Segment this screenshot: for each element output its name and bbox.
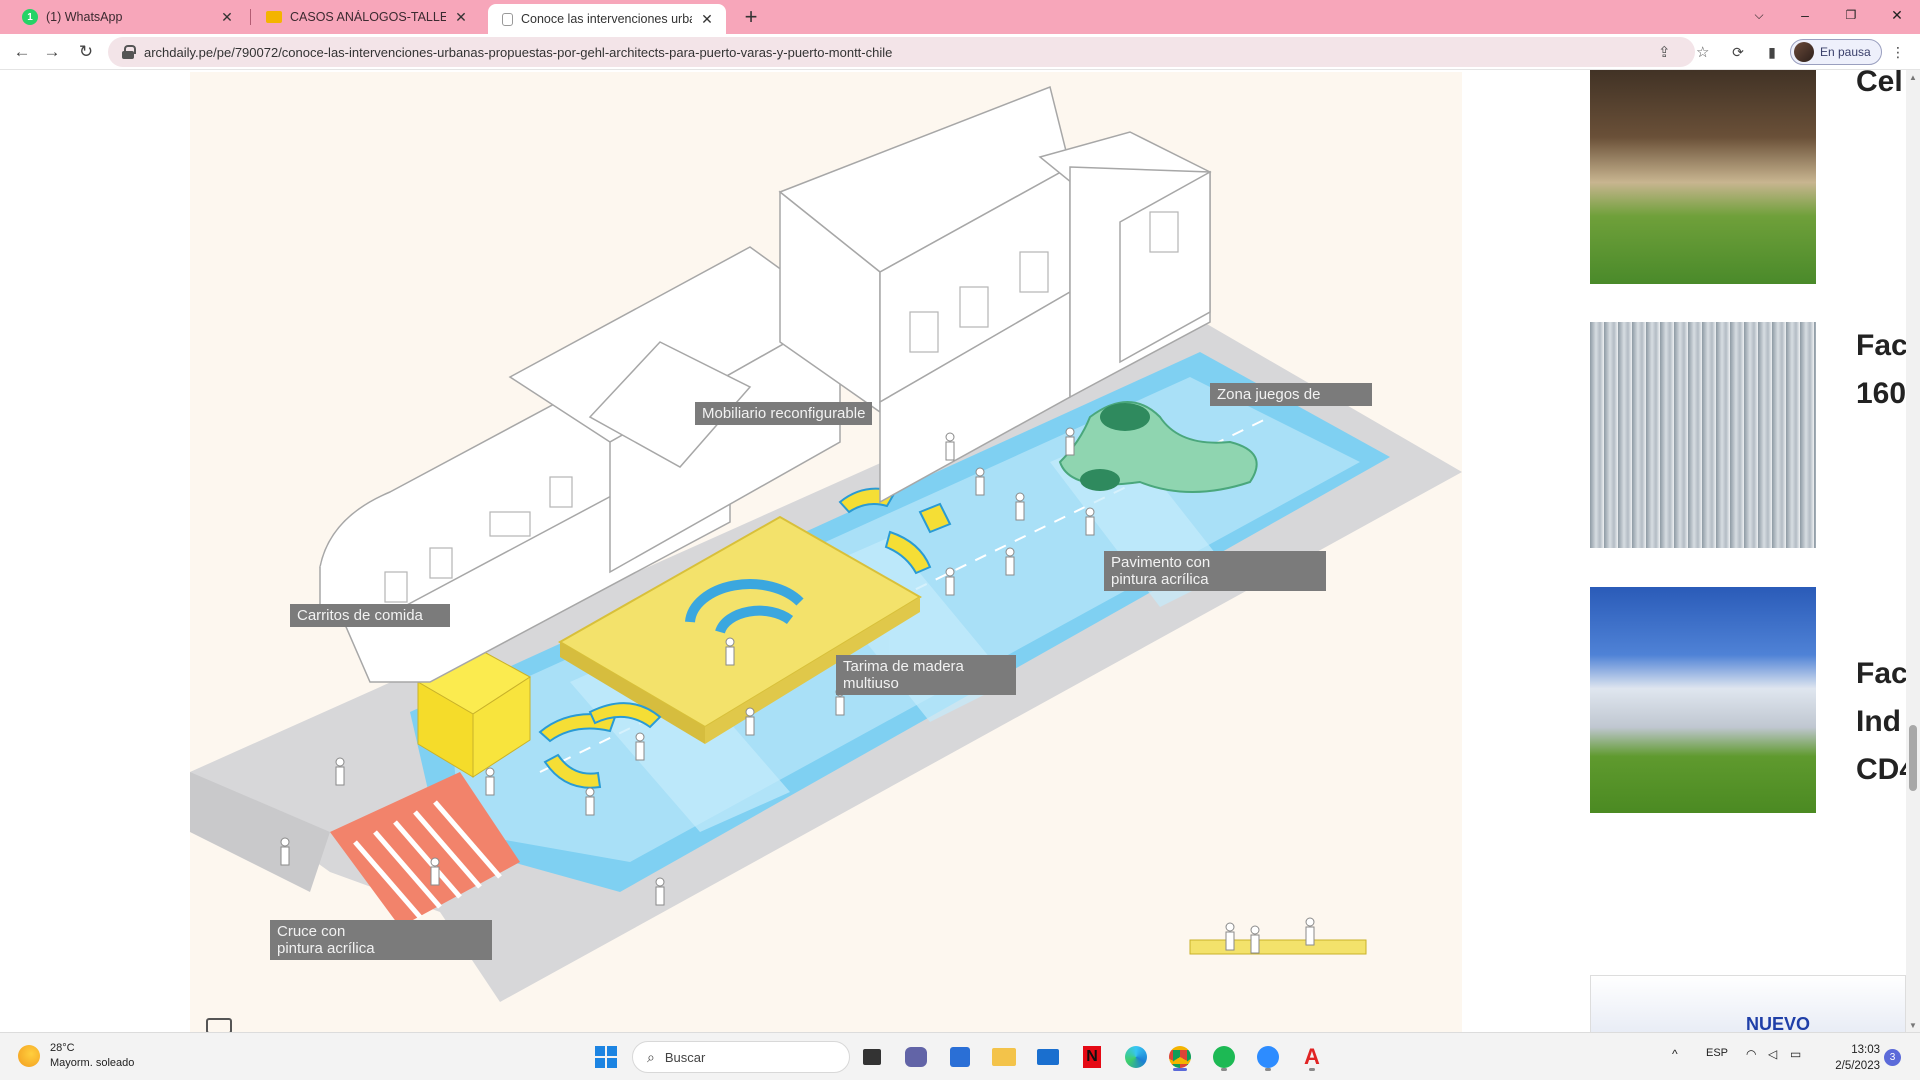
sidebar-thumb-1[interactable] xyxy=(1590,70,1816,284)
close-icon[interactable]: ✕ xyxy=(218,8,236,26)
sidebar-title-1[interactable]: Cel xyxy=(1856,70,1906,106)
whatsapp-icon: 1 xyxy=(22,9,38,25)
store-icon[interactable] xyxy=(944,1041,976,1073)
start-windows-icon[interactable] xyxy=(590,1041,622,1073)
clock-date: 2/5/2023 xyxy=(1835,1060,1880,1072)
tray-chevron-icon[interactable]: ^ xyxy=(1672,1047,1678,1061)
nuevo-badge: NUEVO xyxy=(1746,1014,1811,1032)
windows-taskbar: 28°C Mayorm. soleado ⌕ Buscar N A ^ ESP … xyxy=(0,1032,1920,1080)
scroll-down-icon[interactable]: ▼ xyxy=(1906,1018,1920,1032)
sun-icon xyxy=(18,1045,40,1067)
tab-whatsapp[interactable]: 1 (1) WhatsApp ✕ xyxy=(8,0,246,34)
address-bar[interactable]: archdaily.pe/pe/790072/conoce-las-interv… xyxy=(108,37,1709,67)
minimize-icon[interactable]: – xyxy=(1782,0,1828,30)
language-indicator[interactable]: ESP xyxy=(1706,1047,1728,1059)
label-pavimento: Pavimento con pintura acrílica xyxy=(1104,551,1326,591)
sidebar-title-3[interactable]: Fac Ind CD4 xyxy=(1856,650,1906,794)
weather-desc: Mayorm. soleado xyxy=(50,1057,135,1069)
forward-icon[interactable]: → xyxy=(38,38,66,66)
profile-label: En pausa xyxy=(1820,45,1871,59)
scroll-up-icon[interactable]: ▲ xyxy=(1906,70,1920,84)
edge-icon[interactable] xyxy=(1120,1041,1152,1073)
new-tab-button[interactable]: + xyxy=(737,3,765,31)
task-view-icon[interactable] xyxy=(856,1041,888,1073)
volume-icon[interactable]: ◁ xyxy=(1768,1047,1777,1061)
slides-icon xyxy=(266,11,282,23)
restore-icon[interactable]: ❐ xyxy=(1828,0,1874,30)
sidebar-thumb-4[interactable]: NUEVO xyxy=(1590,975,1906,1032)
label-zona-juegos: Zona juegos de xyxy=(1210,383,1372,406)
lock-icon xyxy=(122,45,136,59)
window-close-icon[interactable]: ✕ xyxy=(1874,0,1920,30)
tab-title: Conoce las intervenciones urban xyxy=(521,12,692,26)
tab-search-icon[interactable]: ⌵ xyxy=(1736,0,1782,30)
bookmark-star-icon[interactable]: ☆ xyxy=(1696,43,1709,61)
label-mobiliario-reconfigurable: Mobiliario reconfigurable xyxy=(695,402,873,425)
weather-temp: 28°C xyxy=(50,1042,75,1054)
browser-toolbar: ← → ↻ archdaily.pe/pe/790072/conoce-las-… xyxy=(0,34,1920,70)
netflix-icon[interactable]: N xyxy=(1076,1041,1108,1073)
share-icon[interactable]: ⇪ xyxy=(1658,43,1671,61)
avatar xyxy=(1794,42,1814,62)
label-carritos-de-comida: Carritos de comida xyxy=(290,604,450,627)
back-icon[interactable]: ← xyxy=(8,38,36,66)
sidebar-thumb-2[interactable] xyxy=(1590,322,1816,548)
tab-separator xyxy=(250,9,251,25)
battery-icon[interactable]: ▭ xyxy=(1790,1047,1801,1061)
mail-icon[interactable] xyxy=(1032,1041,1064,1073)
search-placeholder: Buscar xyxy=(664,1049,706,1065)
weather-widget[interactable]: 28°C Mayorm. soleado xyxy=(18,1041,134,1071)
page-scrollbar[interactable]: ▲ ▼ xyxy=(1906,70,1920,1032)
clock[interactable]: 13:03 2/5/2023 xyxy=(1824,1042,1880,1074)
file-explorer-icon[interactable] xyxy=(988,1041,1020,1073)
label-cruce: Cruce con pintura acrílica xyxy=(270,920,492,960)
acrobat-icon[interactable]: A xyxy=(1296,1041,1328,1073)
tab-title: (1) WhatsApp xyxy=(46,10,123,24)
wifi-icon[interactable]: ◠ xyxy=(1746,1047,1756,1061)
sidebar-title-2[interactable]: Fac 160 xyxy=(1856,322,1906,418)
caption-icon[interactable] xyxy=(206,1018,232,1032)
side-panel-icon[interactable]: ▮ xyxy=(1762,42,1782,62)
close-icon[interactable]: ✕ xyxy=(698,10,716,28)
menu-kebab-icon[interactable]: ⋮ xyxy=(1888,42,1908,62)
search-icon: ⌕ xyxy=(647,1048,655,1065)
article-figure[interactable]: Mobiliario reconfigurable Zona juegos de… xyxy=(190,72,1462,1032)
tab-title: CASOS ANÁLOGOS-TALLER PRE xyxy=(290,10,446,24)
page-viewport: Mobiliario reconfigurable Zona juegos de… xyxy=(0,70,1906,1032)
chrome-icon[interactable] xyxy=(1164,1041,1196,1073)
url-text[interactable]: archdaily.pe/pe/790072/conoce-las-interv… xyxy=(144,45,892,60)
tab-casos-analogos[interactable]: CASOS ANÁLOGOS-TALLER PRE ✕ xyxy=(252,0,480,34)
tab-archdaily[interactable]: Conoce las intervenciones urban ✕ xyxy=(488,4,726,34)
reload-icon[interactable]: ↻ xyxy=(72,38,100,66)
scroll-thumb[interactable] xyxy=(1909,725,1917,791)
label-tarima-de-madera: Tarima de madera multiuso xyxy=(836,655,1016,695)
extension-icon[interactable]: ⟳ xyxy=(1728,42,1748,62)
archdaily-icon xyxy=(502,12,513,26)
spotify-icon[interactable] xyxy=(1208,1041,1240,1073)
notification-badge[interactable]: 3 xyxy=(1884,1049,1901,1066)
close-icon[interactable]: ✕ xyxy=(452,8,470,26)
taskbar-search[interactable]: ⌕ Buscar xyxy=(632,1041,850,1073)
profile-button[interactable]: En pausa xyxy=(1790,39,1882,65)
sidebar-thumb-3[interactable] xyxy=(1590,587,1816,813)
teams-chat-icon[interactable] xyxy=(900,1041,932,1073)
zoom-icon[interactable] xyxy=(1252,1041,1284,1073)
clock-time: 13:03 xyxy=(1851,1044,1880,1056)
tab-strip: 1 (1) WhatsApp ✕ CASOS ANÁLOGOS-TALLER P… xyxy=(0,0,1920,34)
